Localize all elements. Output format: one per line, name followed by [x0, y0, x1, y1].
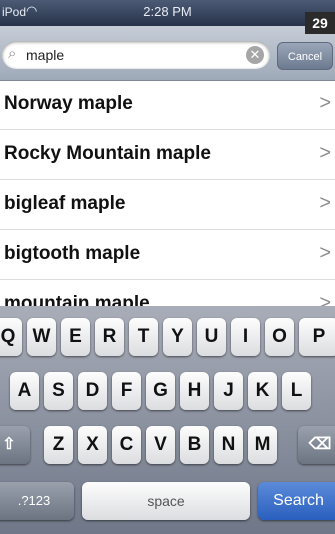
key-b[interactable]: B — [180, 426, 209, 464]
keyboard: Q W E R T Y U I O P A S D F G H J K L ⇧ … — [0, 306, 335, 534]
list-item[interactable]: bigleaf maple > — [0, 180, 335, 230]
page-number-badge: 29 — [305, 12, 335, 34]
chevron-right-icon: > — [319, 142, 331, 164]
key-f[interactable]: F — [112, 372, 141, 410]
list-item[interactable]: Norway maple > — [0, 80, 335, 130]
space-key[interactable]: space — [82, 482, 250, 520]
chevron-right-icon: > — [319, 242, 331, 264]
list-item[interactable]: bigtooth maple > — [0, 230, 335, 280]
key-s[interactable]: S — [44, 372, 73, 410]
status-bar: iPod ◠ 2:28 PM — [0, 0, 335, 26]
list-item-label: Norway maple — [4, 93, 133, 114]
key-h[interactable]: H — [180, 372, 209, 410]
key-w[interactable]: W — [27, 318, 56, 356]
key-g[interactable]: G — [146, 372, 175, 410]
numbers-key[interactable]: .?123 — [0, 482, 74, 520]
key-u[interactable]: U — [197, 318, 226, 356]
key-l[interactable]: L — [282, 372, 311, 410]
key-r[interactable]: R — [95, 318, 124, 356]
key-o[interactable]: O — [265, 318, 294, 356]
results-list: Norway maple > Rocky Mountain maple > bi… — [0, 80, 335, 330]
key-z[interactable]: Z — [44, 426, 73, 464]
key-c[interactable]: C — [112, 426, 141, 464]
backspace-icon[interactable]: ⌫ — [298, 426, 335, 464]
key-d[interactable]: D — [78, 372, 107, 410]
key-x[interactable]: X — [78, 426, 107, 464]
search-input[interactable] — [26, 43, 231, 67]
key-i[interactable]: I — [231, 318, 260, 356]
key-m[interactable]: M — [248, 426, 277, 464]
search-key[interactable]: Search — [258, 482, 335, 520]
key-q[interactable]: Q — [0, 318, 22, 356]
key-p[interactable]: P — [299, 318, 335, 356]
cancel-button[interactable]: Cancel — [277, 42, 333, 70]
chevron-right-icon: > — [319, 92, 331, 114]
search-field[interactable]: ⌕ ✕ — [2, 41, 270, 69]
list-item-label: bigtooth maple — [4, 243, 141, 264]
key-j[interactable]: J — [214, 372, 243, 410]
search-bar: ⌕ ✕ Cancel — [0, 26, 335, 81]
clear-icon[interactable]: ✕ — [246, 46, 264, 64]
key-n[interactable]: N — [214, 426, 243, 464]
key-e[interactable]: E — [61, 318, 90, 356]
key-k[interactable]: K — [248, 372, 277, 410]
status-time: 2:28 PM — [143, 4, 192, 19]
list-item-label: Rocky Mountain maple — [4, 143, 211, 164]
chevron-right-icon: > — [319, 192, 331, 214]
key-v[interactable]: V — [146, 426, 175, 464]
key-a[interactable]: A — [10, 372, 39, 410]
list-item-label: bigleaf maple — [4, 193, 126, 214]
search-icon: ⌕ — [8, 45, 17, 62]
key-t[interactable]: T — [129, 318, 158, 356]
shift-icon[interactable]: ⇧ — [0, 426, 30, 464]
list-item[interactable]: Rocky Mountain maple > — [0, 130, 335, 180]
key-y[interactable]: Y — [163, 318, 192, 356]
